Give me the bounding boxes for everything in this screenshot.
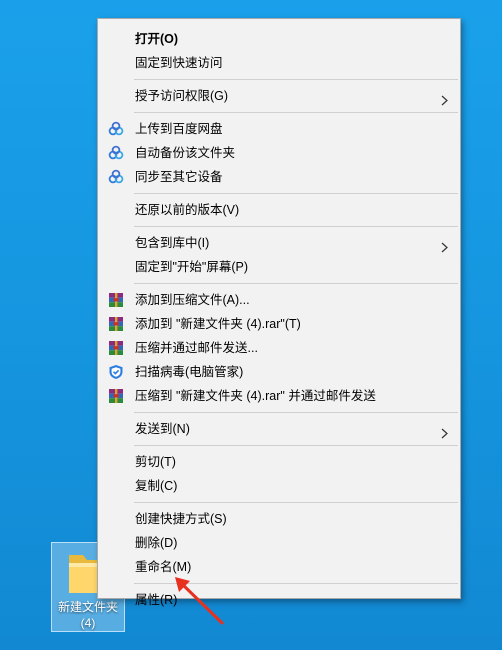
menu-item-label: 添加到 "新建文件夹 (4).rar"(T) (135, 317, 301, 331)
menu-item-label: 自动备份该文件夹 (135, 146, 236, 160)
menu-item-1[interactable]: 固定到快速访问 (98, 51, 460, 75)
menu-item-20[interactable]: 属性(R) (98, 588, 460, 612)
menu-item-label: 固定到"开始"屏幕(P) (135, 260, 249, 274)
winrar-icon (108, 316, 124, 332)
baidu-netdisk-icon (108, 145, 124, 161)
menu-item-label: 发送到(N) (135, 422, 190, 436)
menu-separator (134, 193, 458, 194)
chevron-right-icon (441, 237, 448, 253)
menu-item-15[interactable]: 剪切(T) (98, 450, 460, 474)
menu-separator (134, 445, 458, 446)
menu-item-label: 包含到库中(I) (135, 236, 210, 250)
menu-item-label: 复制(C) (135, 479, 178, 493)
chevron-right-icon (441, 90, 448, 106)
menu-item-11[interactable]: 压缩并通过邮件发送... (98, 336, 460, 360)
menu-separator (134, 79, 458, 80)
menu-item-2[interactable]: 授予访问权限(G) (98, 84, 460, 108)
menu-separator (134, 412, 458, 413)
menu-item-0[interactable]: 打开(O) (98, 27, 460, 51)
menu-separator (134, 226, 458, 227)
menu-item-10[interactable]: 添加到 "新建文件夹 (4).rar"(T) (98, 312, 460, 336)
menu-item-label: 还原以前的版本(V) (135, 203, 240, 217)
menu-item-label: 创建快捷方式(S) (135, 512, 227, 526)
menu-item-3[interactable]: 上传到百度网盘 (98, 117, 460, 141)
menu-item-label: 打开(O) (135, 32, 179, 46)
menu-separator (134, 283, 458, 284)
menu-item-label: 上传到百度网盘 (135, 122, 223, 136)
winrar-icon (108, 340, 124, 356)
menu-separator (134, 112, 458, 113)
menu-item-18[interactable]: 删除(D) (98, 531, 460, 555)
menu-item-9[interactable]: 添加到压缩文件(A)... (98, 288, 460, 312)
menu-item-label: 压缩到 "新建文件夹 (4).rar" 并通过邮件发送 (135, 389, 376, 403)
menu-item-label: 剪切(T) (135, 455, 176, 469)
menu-item-label: 固定到快速访问 (135, 56, 223, 70)
red-arrow-icon (175, 577, 224, 625)
menu-item-6[interactable]: 还原以前的版本(V) (98, 198, 460, 222)
menu-item-12[interactable]: 扫描病毒(电脑管家) (98, 360, 460, 384)
menu-item-label: 删除(D) (135, 536, 178, 550)
baidu-netdisk-icon (108, 121, 124, 137)
menu-item-label: 压缩并通过邮件发送... (135, 341, 258, 355)
menu-item-label: 同步至其它设备 (135, 170, 223, 184)
menu-item-label: 添加到压缩文件(A)... (135, 293, 250, 307)
menu-item-label: 扫描病毒(电脑管家) (135, 365, 244, 379)
menu-separator (134, 502, 458, 503)
tencent-pc-manager-icon (108, 364, 124, 380)
baidu-netdisk-icon (108, 169, 124, 185)
winrar-icon (108, 292, 124, 308)
menu-item-7[interactable]: 包含到库中(I) (98, 231, 460, 255)
menu-item-8[interactable]: 固定到"开始"屏幕(P) (98, 255, 460, 279)
menu-item-17[interactable]: 创建快捷方式(S) (98, 507, 460, 531)
chevron-right-icon (441, 423, 448, 439)
context-menu: 打开(O) 固定到快速访问 授予访问权限(G) 上传到百度网盘 自动备份该文件夹 同步至其… (97, 18, 461, 607)
menu-item-label: 授予访问权限(G) (135, 89, 229, 103)
menu-item-5[interactable]: 同步至其它设备 (98, 165, 460, 189)
menu-item-4[interactable]: 自动备份该文件夹 (98, 141, 460, 165)
winrar-icon (108, 388, 124, 404)
menu-item-14[interactable]: 发送到(N) (98, 417, 460, 441)
menu-item-16[interactable]: 复制(C) (98, 474, 460, 498)
menu-item-13[interactable]: 压缩到 "新建文件夹 (4).rar" 并通过邮件发送 (98, 384, 460, 408)
menu-item-19[interactable]: 重命名(M) (98, 555, 460, 579)
folder-name-line2: (4) (80, 616, 96, 630)
